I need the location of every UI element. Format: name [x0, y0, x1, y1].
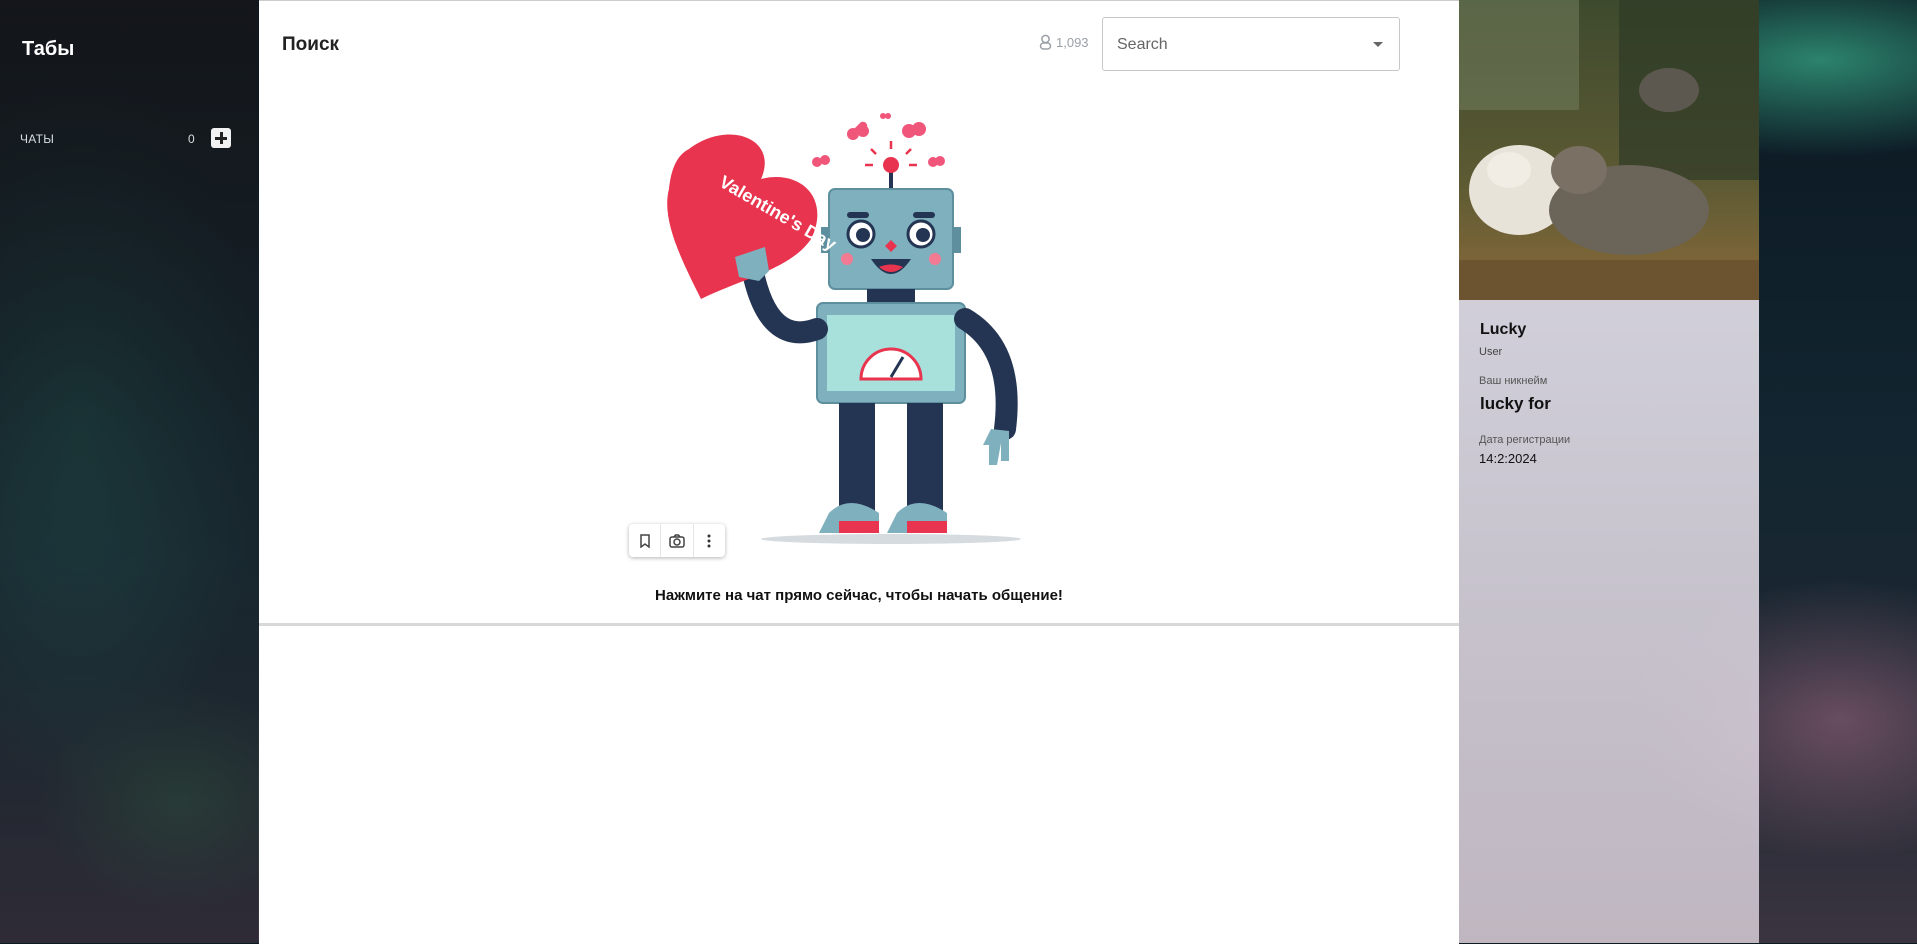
robot-valentine-illustration: Valentine's Day — [667, 113, 1021, 544]
image-toolbar — [629, 524, 725, 557]
profile-role: User — [1479, 346, 1503, 358]
chats-section-label: ЧАТЫ — [20, 132, 55, 146]
registration-date-value: 14:2:2024 — [1479, 451, 1537, 466]
user-icon — [1039, 34, 1052, 50]
chats-count: 0 — [188, 132, 195, 146]
main-panel: Поиск 1,093 Search Valentine's Day Нажми… — [259, 0, 1459, 944]
online-count: 1,093 — [1056, 34, 1089, 50]
nickname-value: lucky for — [1480, 394, 1551, 413]
search-select[interactable] — [1102, 17, 1400, 72]
camera-icon — [669, 533, 685, 548]
profile-name: Lucky — [1480, 321, 1527, 338]
screenshot-button[interactable] — [660, 524, 692, 557]
sidebar: Табы ЧАТЫ 0 — [0, 0, 258, 943]
divider — [259, 623, 1459, 626]
bookmark-icon — [639, 533, 650, 548]
empty-state-message: Нажмите на чат прямо сейчас, чтобы начат… — [655, 587, 1063, 604]
chevron-down-icon[interactable] — [1373, 42, 1383, 47]
more-options-button[interactable] — [692, 524, 725, 557]
search-input[interactable] — [1103, 18, 1369, 72]
registration-date-label: Дата регистрации — [1479, 434, 1571, 446]
add-chat-button[interactable] — [211, 128, 231, 148]
nickname-label: Ваш никнейм — [1479, 375, 1548, 387]
sidebar-title: Табы — [22, 38, 75, 60]
bookmark-button[interactable] — [629, 524, 660, 557]
profile-photo — [1459, 0, 1759, 300]
more-vertical-icon — [707, 534, 711, 547]
page-title: Поиск — [282, 34, 340, 55]
online-counter: 1,093 — [1039, 34, 1089, 50]
profile-panel: Lucky User Ваш никнейм lucky for Дата ре… — [1459, 0, 1759, 943]
